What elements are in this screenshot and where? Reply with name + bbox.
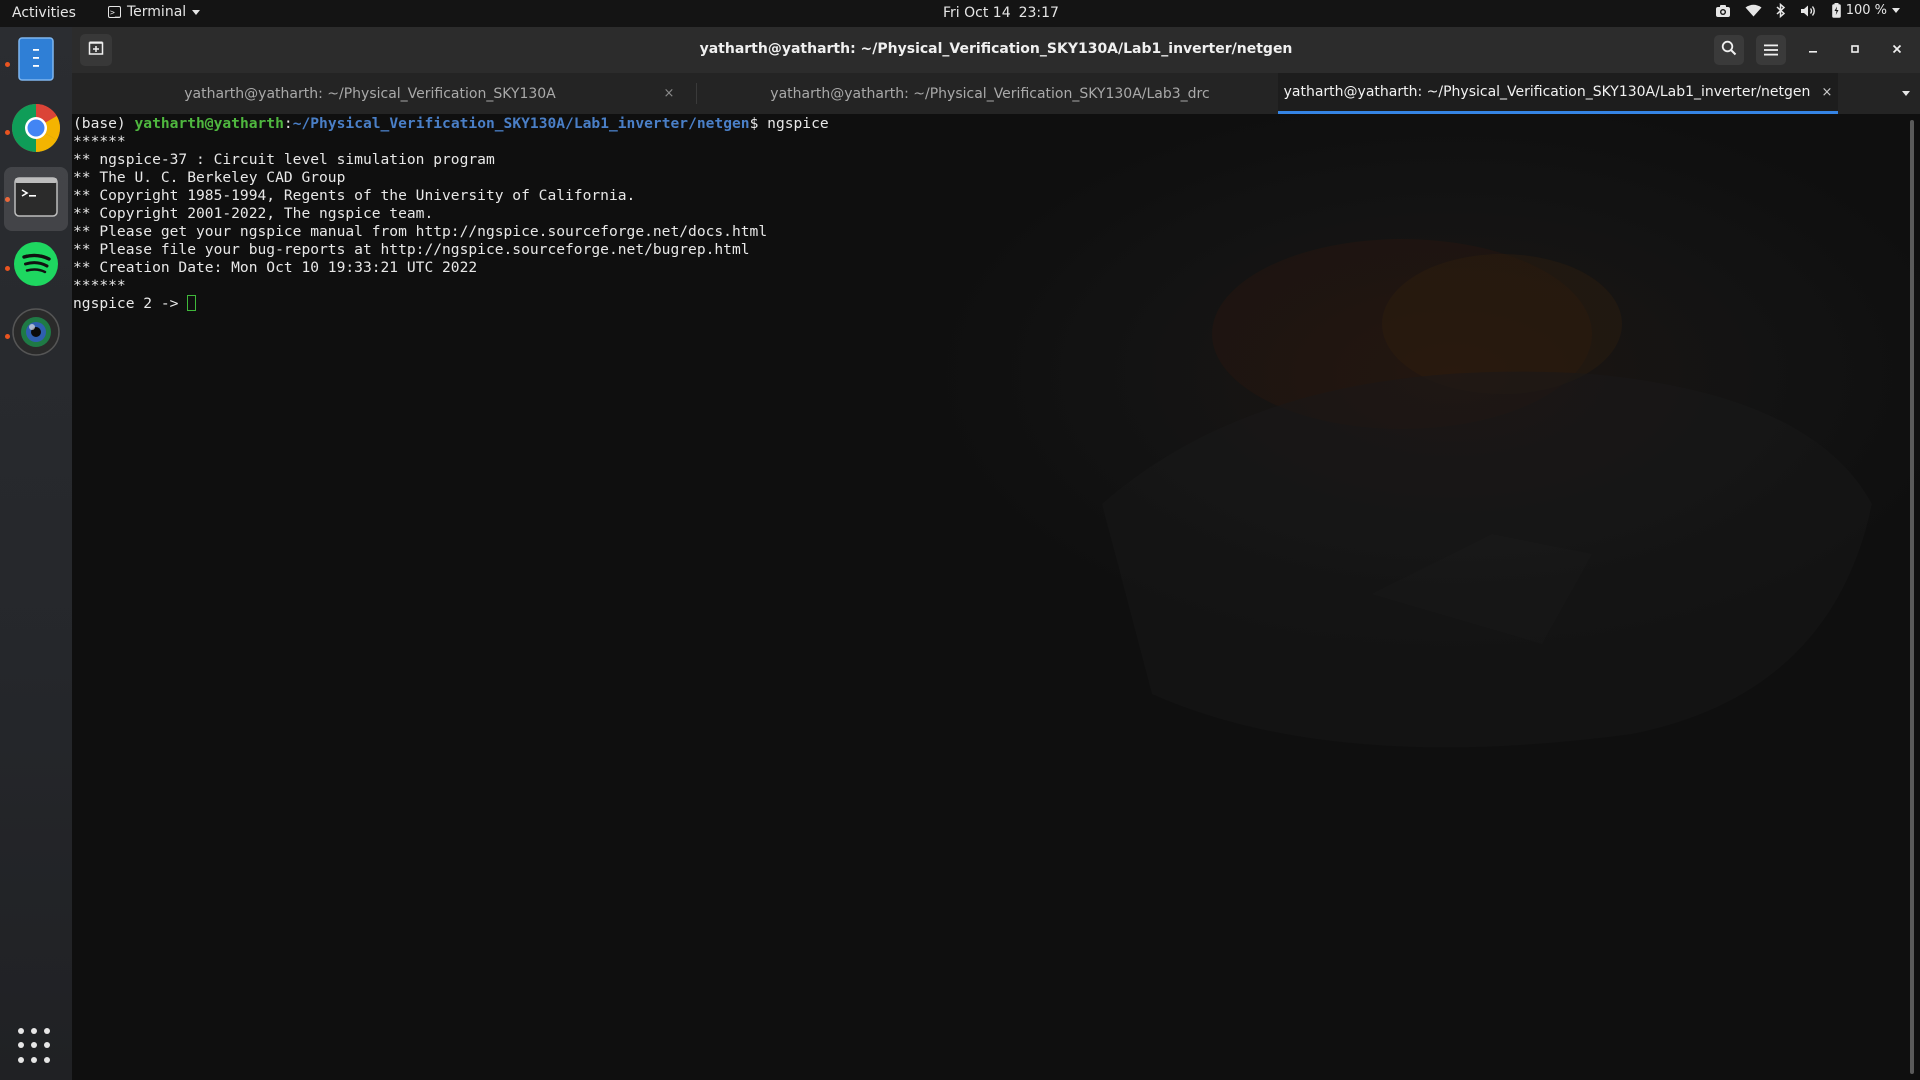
prompt-path: ~/Physical_Verification_SKY130A/Lab1_inv… (292, 115, 750, 132)
camera-icon (1715, 4, 1731, 18)
bluetooth-icon (1776, 3, 1786, 18)
grid-dot-icon (44, 1028, 50, 1034)
clock-date: Fri Oct 14 (943, 5, 1011, 21)
close-window-button[interactable] (1882, 35, 1912, 65)
minimize-button[interactable] (1798, 35, 1828, 65)
battery-indicator[interactable]: 100 % (1831, 3, 1900, 18)
grid-dot-icon (18, 1056, 24, 1063)
tab-lab1-netgen[interactable]: yatharth@yatharth: ~/Physical_Verificati… (1278, 73, 1838, 114)
terminal-scrollbar[interactable] (1910, 120, 1914, 1074)
output-line: ****** (73, 277, 126, 294)
battery-icon (1831, 3, 1841, 18)
output-line: ** Copyright 1985-1994, Regents of the U… (73, 187, 636, 204)
dock-files[interactable] (10, 35, 62, 87)
menu-button[interactable] (1756, 35, 1786, 65)
document-icon (18, 37, 54, 85)
app-menu-label: Terminal (127, 4, 187, 20)
battery-percent: 100 % (1845, 3, 1887, 18)
dock-spotify[interactable] (10, 240, 62, 292)
window-controls (1714, 35, 1912, 65)
top-bar: Activities >_ Terminal Fri Oct 14 23:17 1… (0, 0, 1920, 27)
tab-label: yatharth@yatharth: ~/Physical_Verificati… (1283, 84, 1811, 100)
close-icon[interactable]: × (658, 86, 680, 101)
show-applications-button[interactable] (18, 1028, 54, 1064)
dock-chrome[interactable] (10, 103, 62, 157)
clock-time: 23:17 (1018, 5, 1059, 21)
chevron-down-icon (1892, 8, 1900, 13)
clock[interactable]: Fri Oct 14 23:17 (943, 5, 1059, 21)
dock-terminal[interactable] (4, 167, 68, 231)
output-line: ** Please get your ngspice manual from h… (73, 223, 768, 240)
grid-dot-icon (44, 1056, 50, 1063)
chevron-down-icon (192, 9, 201, 15)
prompt-user: yatharth@yatharth (134, 115, 284, 132)
hamburger-menu-icon (1764, 41, 1778, 60)
maximize-icon (1850, 42, 1860, 58)
output-line: ** Copyright 2001-2022, The ngspice team… (73, 205, 434, 222)
chrome-icon (11, 103, 61, 157)
terminal-app-icon: >_ (108, 6, 121, 18)
tab-divider (696, 83, 697, 104)
search-icon (1721, 40, 1737, 60)
ngspice-prompt: ngspice 2 -> (73, 295, 188, 312)
tab-bar: yatharth@yatharth: ~/Physical_Verificati… (72, 73, 1920, 114)
grid-dot-icon (31, 1056, 37, 1063)
camera-lens-icon (12, 308, 60, 360)
output-line: ** The U. C. Berkeley CAD Group (73, 169, 346, 186)
typed-command: ngspice (767, 115, 829, 132)
output-line: ** ngspice-37 : Circuit level simulation… (73, 151, 495, 168)
grid-dot-icon (18, 1028, 24, 1034)
terminal-window: yatharth@yatharth: ~/Physical_Verificati… (72, 27, 1920, 1080)
wifi-icon (1745, 4, 1762, 17)
tab-label: yatharth@yatharth: ~/Physical_Verificati… (770, 85, 1210, 102)
dock (0, 27, 72, 1080)
output-line: ** Please file your bug-reports at http:… (73, 241, 750, 258)
prompt-symbol: $ (749, 115, 768, 132)
spotify-icon (13, 241, 59, 291)
grid-dot-icon (18, 1042, 24, 1049)
output-line: ** Creation Date: Mon Oct 10 19:33:21 UT… (73, 259, 478, 276)
grid-dot-icon (31, 1028, 37, 1034)
tab-sky130a[interactable]: yatharth@yatharth: ~/Physical_Verificati… (82, 73, 680, 114)
prompt-env: (base) (73, 115, 135, 132)
maximize-button[interactable] (1840, 35, 1870, 65)
text-cursor[interactable] (187, 295, 197, 311)
dock-camera[interactable] (10, 308, 62, 360)
volume-icon (1800, 4, 1818, 18)
system-tray[interactable]: 100 % (1715, 3, 1900, 18)
terminal-body[interactable]: (base) yatharth@yatharth:~/Physical_Veri… (72, 114, 1920, 1080)
app-menu[interactable]: >_ Terminal (108, 4, 201, 20)
close-icon (1892, 42, 1902, 58)
tab-label: yatharth@yatharth: ~/Physical_Verificati… (184, 85, 556, 102)
wallpaper-background (1102, 239, 1872, 748)
output-line: ****** (73, 133, 126, 150)
prompt-colon: : (283, 115, 293, 132)
close-icon[interactable]: × (1816, 85, 1838, 100)
title-bar[interactable]: yatharth@yatharth: ~/Physical_Verificati… (72, 27, 1920, 73)
tab-list-dropdown-icon[interactable] (1902, 91, 1910, 96)
tab-lab3-drc[interactable]: yatharth@yatharth: ~/Physical_Verificati… (702, 73, 1300, 114)
minimize-icon (1808, 42, 1818, 58)
activities-button[interactable]: Activities (12, 5, 76, 21)
terminal-icon (14, 177, 58, 221)
window-title: yatharth@yatharth: ~/Physical_Verificati… (699, 41, 1293, 57)
grid-dot-icon (44, 1042, 50, 1049)
search-button[interactable] (1714, 35, 1744, 65)
grid-dot-icon (31, 1042, 37, 1049)
terminal-output: (base) yatharth@yatharth:~/Physical_Veri… (72, 114, 829, 313)
